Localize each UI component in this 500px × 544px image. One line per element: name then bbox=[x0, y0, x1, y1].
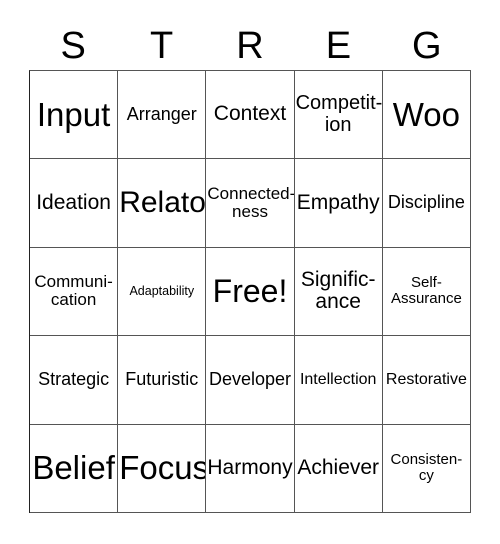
bingo-cell-r1c1[interactable]: Input bbox=[30, 71, 119, 160]
bingo-cell-label: Ideation bbox=[36, 190, 111, 214]
bingo-cell-label: Empathy bbox=[296, 190, 380, 214]
bingo-cell-r1c3[interactable]: Context bbox=[206, 71, 295, 160]
bingo-cell-label: Focus bbox=[119, 449, 207, 487]
bingo-cell-r5c2[interactable]: Focus bbox=[118, 424, 207, 513]
bingo-cell-r2c4[interactable]: Empathy bbox=[294, 159, 383, 248]
bingo-cell-label: Intellection bbox=[299, 371, 377, 389]
bingo-cell-free[interactable]: Free! bbox=[206, 247, 295, 337]
bingo-cell-label: Input bbox=[36, 95, 111, 133]
bingo-cell-r5c3[interactable]: Harmony bbox=[206, 424, 295, 513]
bingo-grid: Input Arranger Context Competit- ion Woo… bbox=[29, 70, 471, 513]
bingo-cell-label: Free! bbox=[212, 273, 288, 310]
bingo-cell-r5c4[interactable]: Achiever bbox=[294, 424, 383, 513]
bingo-cell-label: Restorative bbox=[385, 371, 467, 389]
bingo-cell-r1c5[interactable]: Woo bbox=[382, 71, 471, 160]
bingo-cell-r4c4[interactable]: Intellection bbox=[294, 336, 383, 425]
bingo-cell-label: Woo bbox=[392, 95, 461, 133]
bingo-cell-label: Adaptability bbox=[129, 283, 195, 298]
bingo-cell-label: Belief bbox=[32, 449, 115, 487]
bingo-cell-label: Developer bbox=[208, 369, 292, 390]
bingo-cell-label: Competit- ion bbox=[295, 92, 383, 136]
bingo-cell-r4c5[interactable]: Restorative bbox=[382, 336, 471, 425]
bingo-cell-label: Consisten- cy bbox=[390, 451, 463, 485]
header-letter-2: R bbox=[236, 25, 264, 67]
bingo-cell-r4c2[interactable]: Futuristic bbox=[118, 336, 207, 425]
bingo-cell-label: Relator bbox=[119, 185, 207, 219]
bingo-card: S T R E G Input Arranger Context Competi… bbox=[0, 0, 500, 544]
bingo-cell-label: Signific- ance bbox=[300, 267, 376, 314]
bingo-cell-r3c1[interactable]: Communi- cation bbox=[30, 247, 119, 337]
bingo-cell-r2c1[interactable]: Ideation bbox=[30, 159, 119, 248]
header-letter-4: G bbox=[412, 25, 442, 67]
bingo-cell-r2c5[interactable]: Discipline bbox=[382, 159, 471, 248]
bingo-cell-r3c4[interactable]: Signific- ance bbox=[294, 247, 383, 337]
bingo-cell-label: Futuristic bbox=[125, 369, 199, 390]
bingo-cell-label: Achiever bbox=[297, 455, 380, 479]
bingo-cell-r1c4[interactable]: Competit- ion bbox=[294, 71, 383, 160]
bingo-cell-r1c2[interactable]: Arranger bbox=[118, 71, 207, 160]
bingo-cell-label: Communi- cation bbox=[34, 272, 113, 310]
bingo-cell-r4c1[interactable]: Strategic bbox=[30, 336, 119, 425]
bingo-cell-label: Context bbox=[213, 102, 287, 126]
bingo-cell-r5c5[interactable]: Consisten- cy bbox=[382, 424, 471, 513]
header-letter-0: S bbox=[60, 25, 86, 67]
bingo-cell-label: Arranger bbox=[126, 103, 197, 124]
bingo-cell-r2c2[interactable]: Relator bbox=[118, 159, 207, 248]
bingo-cell-r2c3[interactable]: Connected- ness bbox=[206, 159, 295, 248]
header-letter-1: T bbox=[149, 25, 174, 67]
bingo-cell-label: Harmony bbox=[207, 455, 293, 479]
bingo-cell-label: Connected- ness bbox=[207, 183, 295, 222]
bingo-cell-r5c1[interactable]: Belief bbox=[30, 424, 119, 513]
bingo-cell-r4c3[interactable]: Developer bbox=[206, 336, 295, 425]
header-letter-3: E bbox=[325, 25, 352, 67]
bingo-cell-r3c2[interactable]: Adaptability bbox=[118, 247, 207, 337]
bingo-cell-label: Discipline bbox=[387, 192, 465, 213]
bingo-cell-label: Strategic bbox=[38, 369, 110, 390]
bingo-header-letters: S T R E G bbox=[29, 22, 471, 70]
bingo-cell-label: Self- Assurance bbox=[390, 274, 462, 308]
bingo-cell-r3c5[interactable]: Self- Assurance bbox=[382, 247, 471, 337]
